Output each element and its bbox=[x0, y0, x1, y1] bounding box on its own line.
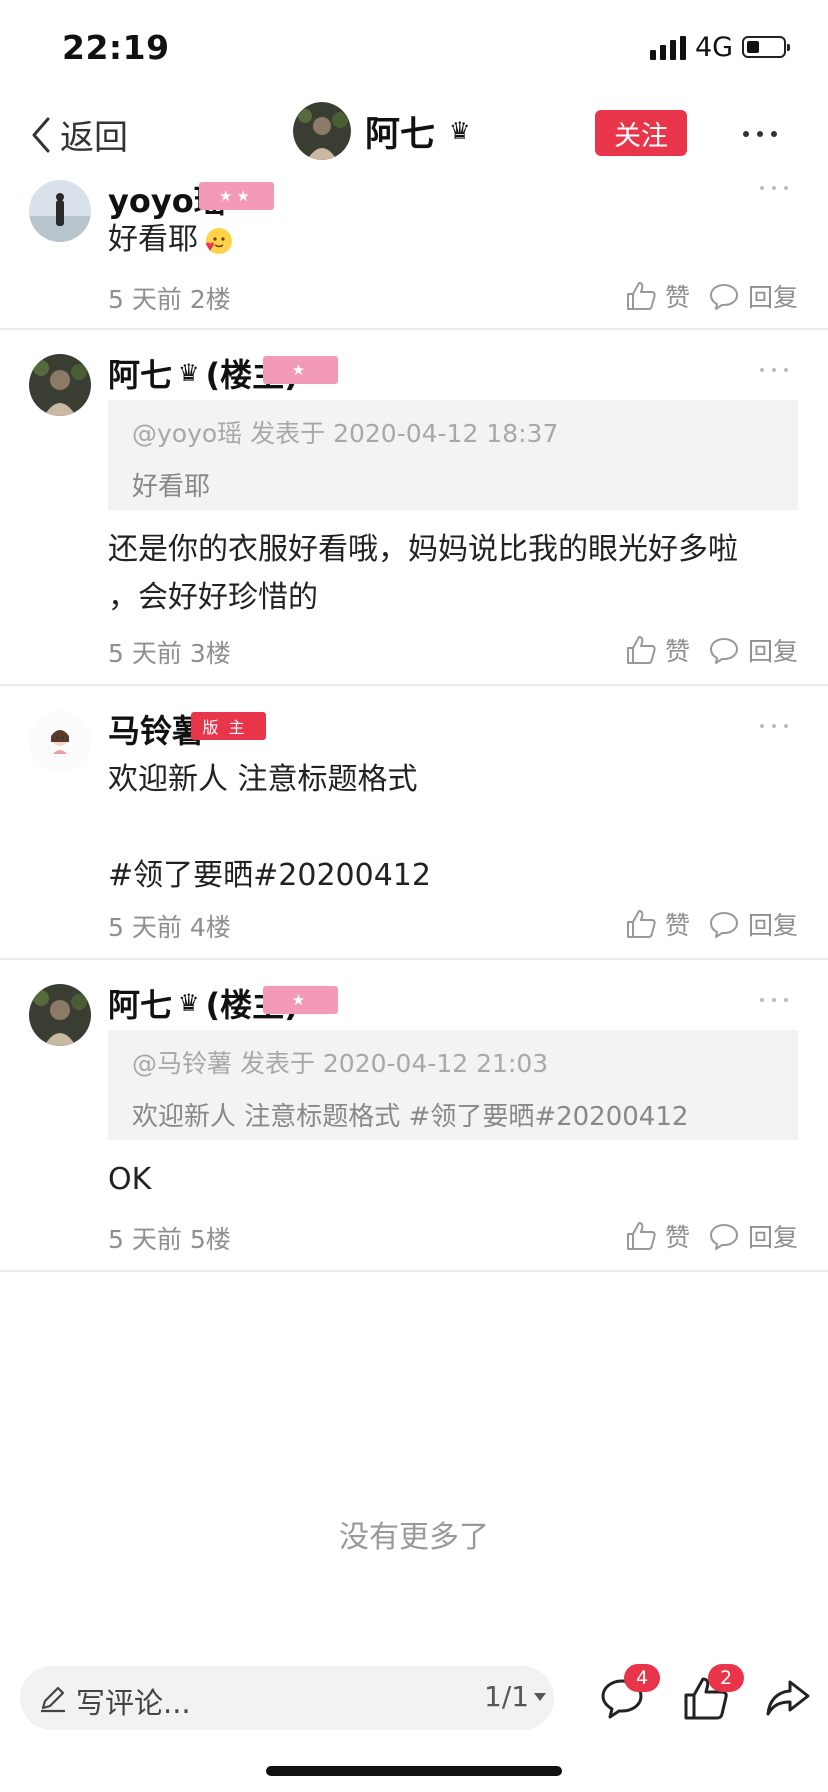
level-badge: ★ bbox=[263, 356, 338, 384]
more-icon[interactable] bbox=[758, 720, 790, 732]
like-count-badge: 2 bbox=[708, 1664, 744, 1692]
comment-time: 5 天前 bbox=[108, 913, 182, 942]
thread-host[interactable]: 阿七 ♛ bbox=[293, 102, 471, 160]
quote-text: 好看耶 bbox=[132, 472, 211, 502]
like-button[interactable]: 赞 bbox=[625, 906, 690, 942]
commenter-name[interactable]: 马铃薯 bbox=[108, 706, 204, 752]
status-bar: 22:19 4G bbox=[0, 0, 828, 96]
more-icon[interactable] bbox=[758, 182, 790, 194]
reply-button[interactable]: 回复 bbox=[708, 632, 798, 668]
bottom-bar: 写评论... 1/1 4 2 bbox=[0, 1662, 828, 1742]
host-avatar bbox=[293, 102, 351, 160]
battery-icon bbox=[742, 36, 790, 58]
avatar[interactable] bbox=[29, 354, 91, 416]
back-label: 返回 bbox=[60, 118, 128, 158]
home-indicator[interactable] bbox=[266, 1766, 562, 1776]
nav-bar: 返回 阿七 ♛ 关注 bbox=[0, 96, 828, 172]
caret-down-icon bbox=[534, 1692, 547, 1701]
comment-time: 5 天前 bbox=[108, 1225, 182, 1254]
comment-text: 还是你的衣服好看哦，妈妈说比我的眼光好多啦 ，会好好珍惜的 bbox=[108, 532, 738, 615]
comment-meta: 5 天前 2楼 bbox=[108, 280, 231, 316]
thumbs-up-icon bbox=[626, 282, 656, 310]
quote-text: 欢迎新人 注意标题格式 #领了要晒#20200412 bbox=[132, 1102, 689, 1132]
chevron-left-icon bbox=[32, 117, 50, 152]
avatar[interactable] bbox=[29, 984, 91, 1046]
reply-button[interactable]: 回复 bbox=[708, 906, 798, 942]
thumbs-up-icon bbox=[626, 636, 656, 664]
crown-icon: ♛ bbox=[449, 117, 471, 145]
more-icon[interactable] bbox=[758, 994, 790, 1006]
thumbs-up-icon bbox=[626, 1222, 656, 1250]
level-badge: ★ bbox=[263, 986, 338, 1014]
level-badge: ★★ bbox=[199, 182, 274, 210]
quoted-comment[interactable]: @马铃薯 发表于 2020-04-12 21:03 欢迎新人 注意标题格式 #领… bbox=[108, 1030, 798, 1140]
comment-meta: 5 天前 3楼 bbox=[108, 634, 231, 670]
network-type: 4G bbox=[695, 32, 734, 63]
quoted-comment[interactable]: @yoyo瑶 发表于 2020-04-12 18:37 好看耶 bbox=[108, 400, 798, 510]
comment-input[interactable]: 写评论... 1/1 bbox=[20, 1666, 554, 1730]
comment-bubble-icon bbox=[709, 1224, 738, 1250]
comment-actions: 赞 回复 bbox=[625, 632, 798, 668]
more-icon[interactable] bbox=[758, 364, 790, 376]
comment-count-badge: 4 bbox=[624, 1664, 660, 1692]
host-name: 阿七 bbox=[365, 114, 436, 155]
follow-button[interactable]: 关注 bbox=[595, 110, 687, 156]
like-button[interactable]: 赞 bbox=[625, 632, 690, 668]
comment-time: 5 天前 bbox=[108, 639, 182, 668]
quote-meta: @马铃薯 发表于 2020-04-12 21:03 bbox=[132, 1049, 549, 1078]
floor-number: 5楼 bbox=[189, 1225, 231, 1254]
comment-text: 好看耶 bbox=[108, 216, 798, 264]
emoji-icon bbox=[202, 225, 234, 257]
back-button[interactable]: 返回 bbox=[28, 110, 128, 159]
comment-meta: 5 天前 4楼 bbox=[108, 908, 231, 944]
signal-icon bbox=[650, 36, 686, 60]
no-more-text: 没有更多了 bbox=[339, 1520, 489, 1555]
avatar[interactable] bbox=[29, 180, 91, 242]
comment-text: 欢迎新人 注意标题格式 #领了要晒#20200412 bbox=[108, 762, 431, 893]
comment-bubble-icon bbox=[709, 638, 738, 664]
page-selector[interactable]: 1/1 bbox=[484, 1680, 547, 1713]
like-post-button[interactable]: 2 bbox=[682, 1664, 744, 1722]
comment-meta: 5 天前 5楼 bbox=[108, 1220, 231, 1256]
quote-meta: @yoyo瑶 发表于 2020-04-12 18:37 bbox=[132, 419, 559, 448]
comment-floor-4: 马铃薯 版主 欢迎新人 注意标题格式 #领了要晒#20200412 5 天前 4… bbox=[0, 686, 828, 960]
comment-placeholder: 写评论... bbox=[76, 1686, 191, 1720]
comment-floor-2: yoyo瑶 ★★ 好看耶 5 天前 2楼 赞 回复 bbox=[0, 168, 828, 330]
comment-time: 5 天前 bbox=[108, 285, 182, 314]
moderator-badge: 版主 bbox=[191, 712, 266, 740]
reply-button[interactable]: 回复 bbox=[708, 278, 798, 314]
status-time: 22:19 bbox=[62, 28, 170, 67]
comments-button[interactable]: 4 bbox=[598, 1664, 660, 1722]
floor-number: 2楼 bbox=[189, 285, 231, 314]
comment-actions: 赞 回复 bbox=[625, 906, 798, 942]
comment-bubble-icon bbox=[709, 284, 738, 310]
pen-icon bbox=[41, 1686, 65, 1713]
crown-icon: ♛ bbox=[178, 989, 200, 1017]
like-button[interactable]: 赞 bbox=[625, 1218, 690, 1254]
comment-floor-3: 阿七 ♛ (楼主) ★ @yoyo瑶 发表于 2020-04-12 18:37 好看… bbox=[0, 330, 828, 686]
comment-bubble-icon bbox=[709, 912, 738, 938]
comment-text: OK bbox=[108, 1162, 152, 1197]
more-icon[interactable] bbox=[740, 124, 780, 144]
share-icon bbox=[766, 1680, 810, 1716]
floor-number: 4楼 bbox=[189, 913, 231, 942]
thumbs-up-icon bbox=[626, 910, 656, 938]
like-button[interactable]: 赞 bbox=[625, 278, 690, 314]
comment-floor-5: 阿七 ♛ (楼主) ★ @马铃薯 发表于 2020-04-12 21:03 欢迎新人… bbox=[0, 960, 828, 1272]
floor-number: 3楼 bbox=[189, 639, 231, 668]
crown-icon: ♛ bbox=[178, 359, 200, 387]
page-indicator: 1/1 bbox=[484, 1680, 530, 1713]
avatar[interactable] bbox=[29, 710, 91, 772]
reply-button[interactable]: 回复 bbox=[708, 1218, 798, 1254]
share-button[interactable] bbox=[764, 1674, 812, 1722]
comment-actions: 赞 回复 bbox=[625, 1218, 798, 1254]
comment-actions: 赞 回复 bbox=[625, 278, 798, 314]
